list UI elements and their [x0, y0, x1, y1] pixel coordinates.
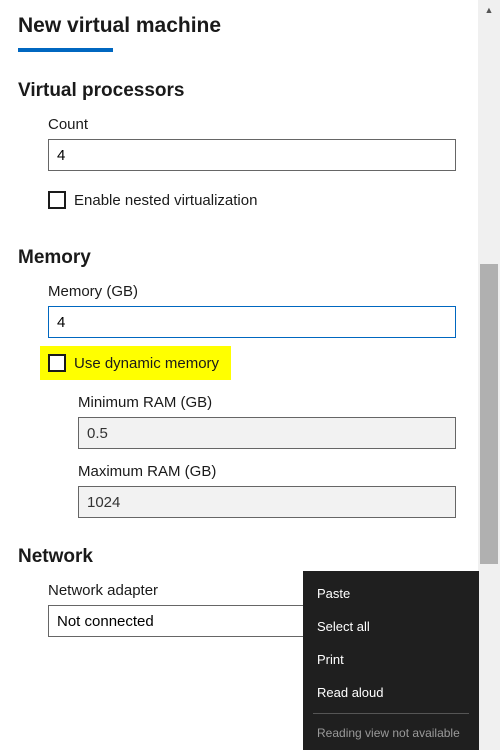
label-memory: Memory (GB): [48, 283, 460, 300]
title-underline: [18, 48, 113, 52]
input-min-ram[interactable]: [78, 417, 456, 449]
section-heading-memory: Memory: [18, 247, 460, 269]
scrollbar-up-icon[interactable]: ▲: [478, 0, 500, 20]
context-menu: Paste Select all Print Read aloud Readin…: [303, 571, 479, 750]
menu-item-select-all[interactable]: Select all: [303, 610, 479, 643]
menu-item-reading-view: Reading view not available: [303, 718, 479, 750]
menu-item-print[interactable]: Print: [303, 643, 479, 676]
label-max-ram: Maximum RAM (GB): [78, 463, 460, 480]
label-dynamic-memory: Use dynamic memory: [74, 355, 219, 372]
section-heading-vproc: Virtual processors: [18, 80, 460, 102]
label-min-ram: Minimum RAM (GB): [78, 394, 460, 411]
scrollbar-track[interactable]: ▲: [478, 0, 500, 750]
menu-item-read-aloud[interactable]: Read aloud: [303, 676, 479, 709]
row-dynamic-memory[interactable]: Use dynamic memory: [40, 346, 231, 380]
checkbox-nested[interactable]: [48, 191, 66, 209]
label-count: Count: [48, 116, 460, 133]
input-memory[interactable]: [48, 306, 456, 338]
row-nested-virtualization[interactable]: Enable nested virtualization: [48, 191, 460, 209]
scrollbar-thumb[interactable]: [480, 264, 498, 564]
menu-separator: [313, 713, 469, 714]
section-heading-network: Network: [18, 546, 460, 568]
input-count[interactable]: [48, 139, 456, 171]
input-max-ram[interactable]: [78, 486, 456, 518]
page-title: New virtual machine: [18, 14, 460, 38]
checkbox-dynamic-memory[interactable]: [48, 354, 66, 372]
label-nested: Enable nested virtualization: [74, 192, 257, 209]
menu-item-paste[interactable]: Paste: [303, 577, 479, 610]
